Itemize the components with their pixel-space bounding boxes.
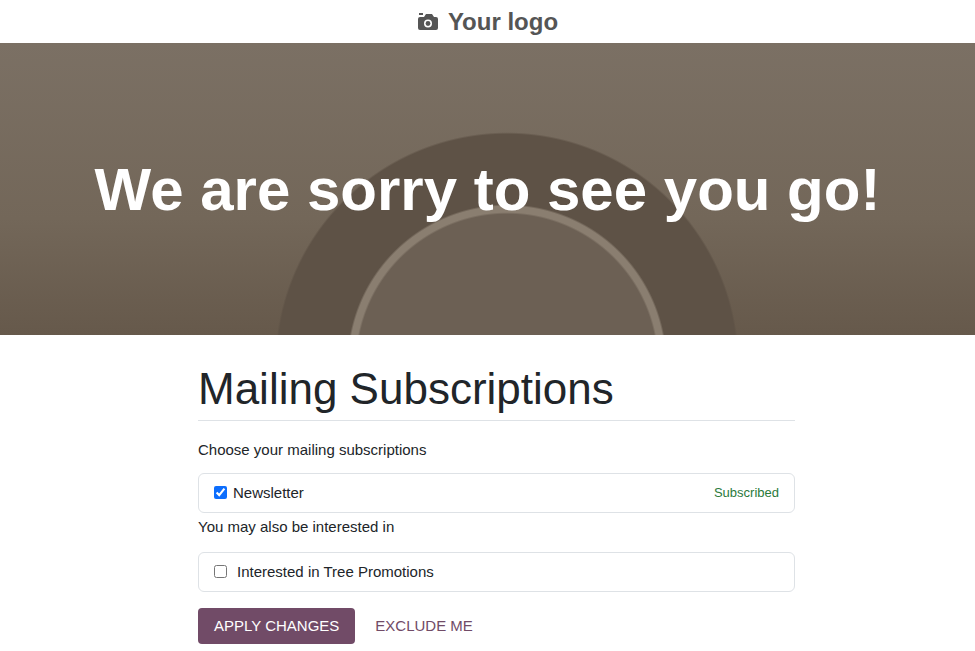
section-title: Mailing Subscriptions bbox=[198, 363, 795, 421]
action-bar: APPLY CHANGESEXCLUDE ME bbox=[198, 608, 795, 644]
suggestion-label: Interested in Tree Promotions bbox=[237, 563, 779, 580]
subscription-status: Subscribed bbox=[714, 485, 779, 500]
unsubscribe-page: Your logo We are sorry to see you go! Mail… bbox=[0, 0, 975, 651]
logo[interactable]: Your logo bbox=[417, 8, 558, 36]
exclude-button[interactable]: EXCLUDE ME bbox=[359, 608, 489, 644]
banner: We are sorry to see you go! bbox=[0, 43, 975, 335]
suggestion-row[interactable]: Interested in Tree Promotions bbox=[198, 552, 795, 592]
suggestion-checkbox[interactable] bbox=[214, 565, 227, 578]
subscriptions-form: Mailing Subscriptions Choose your mailing… bbox=[198, 335, 795, 651]
logo-text: Your logo bbox=[448, 8, 558, 36]
intro-text: Choose your mailing subscriptions bbox=[198, 439, 795, 461]
suggestions-heading: You may also be interested in bbox=[198, 516, 795, 538]
logo-bar: Your logo bbox=[0, 0, 975, 43]
camera-icon bbox=[417, 12, 439, 32]
subscription-row[interactable]: Newsletter Subscribed bbox=[198, 473, 795, 513]
subscription-label: Newsletter bbox=[233, 484, 708, 501]
banner-title: We are sorry to see you go! bbox=[75, 155, 901, 224]
apply-button[interactable]: APPLY CHANGES bbox=[198, 608, 355, 644]
subscription-checkbox[interactable] bbox=[214, 486, 227, 499]
